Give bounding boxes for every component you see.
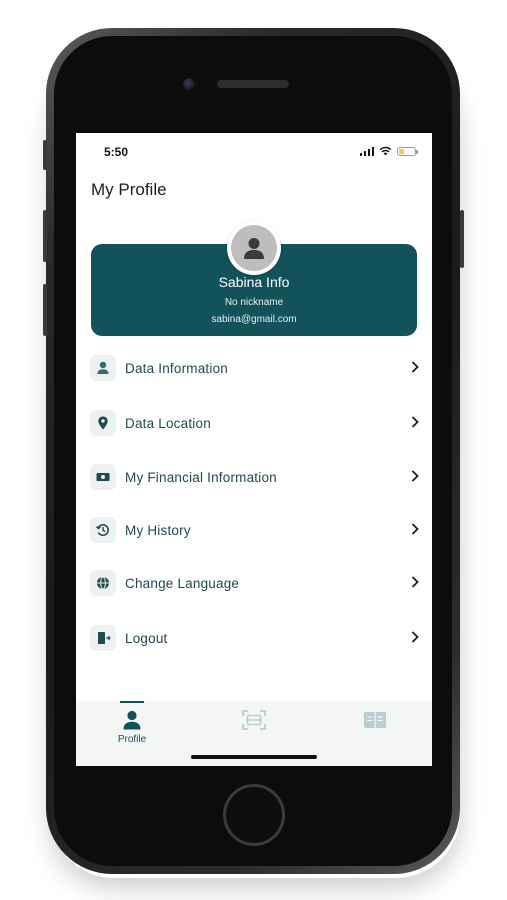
scan-icon (242, 710, 266, 730)
volume-up-button (43, 210, 47, 262)
globe-icon (90, 570, 116, 596)
profile-name: Sabina Info (218, 274, 290, 290)
power-button (460, 210, 464, 268)
status-icons (359, 146, 418, 156)
chevron-right-icon (411, 416, 419, 428)
chevron-right-icon (411, 523, 419, 535)
nav-label-profile: Profile (117, 734, 147, 745)
front-camera (183, 78, 195, 90)
volume-down-button (43, 284, 47, 336)
menu-label-data-information: Data Information (125, 360, 228, 376)
menu-item-my-history[interactable]: My History (90, 515, 420, 545)
menu-label-my-financial-information: My Financial Information (125, 469, 277, 485)
menu-item-data-location[interactable]: Data Location (90, 408, 420, 438)
chevron-right-icon (411, 631, 419, 643)
app-screen: 5:50 My Profile Sabina Info No nickname … (76, 133, 432, 766)
menu-item-change-language[interactable]: Change Language (90, 568, 420, 598)
profile-nickname: No nickname (224, 297, 284, 308)
status-time: 5:50 (104, 145, 129, 159)
menu-item-logout[interactable]: Logout (90, 623, 420, 653)
active-tab-indicator (120, 701, 144, 703)
person-silhouette-icon (244, 238, 264, 259)
menu-label-data-location: Data Location (125, 415, 211, 431)
wifi-icon (379, 146, 392, 156)
person-icon (123, 710, 141, 730)
chevron-right-icon (411, 470, 419, 482)
history-icon (90, 517, 116, 543)
nav-tab-scan[interactable] (214, 709, 294, 757)
book-icon (364, 712, 386, 728)
page-title: My Profile (91, 180, 167, 199)
home-indicator[interactable] (191, 755, 317, 759)
menu-label-my-history: My History (125, 522, 191, 538)
chevron-right-icon (411, 361, 419, 373)
money-icon (90, 464, 116, 490)
menu-label-change-language: Change Language (125, 575, 240, 591)
avatar[interactable] (227, 221, 281, 275)
earpiece-speaker (217, 80, 289, 88)
status-bar: 5:50 (76, 133, 432, 169)
location-pin-icon (90, 410, 116, 436)
chevron-right-icon (411, 576, 419, 588)
menu-item-data-information[interactable]: Data Information (90, 353, 420, 383)
nav-tab-profile[interactable]: Profile (92, 709, 172, 757)
home-button[interactable] (223, 784, 285, 846)
nav-tab-book[interactable] (335, 709, 415, 757)
menu-label-logout: Logout (125, 630, 168, 646)
menu-item-my-financial-information[interactable]: My Financial Information (90, 462, 420, 492)
battery-icon (397, 146, 418, 156)
mute-switch (43, 140, 47, 170)
logout-door-icon (90, 625, 116, 651)
signal-icon (359, 146, 374, 156)
profile-email: sabina@gmail.com (211, 314, 297, 325)
user-card-icon (90, 355, 116, 381)
